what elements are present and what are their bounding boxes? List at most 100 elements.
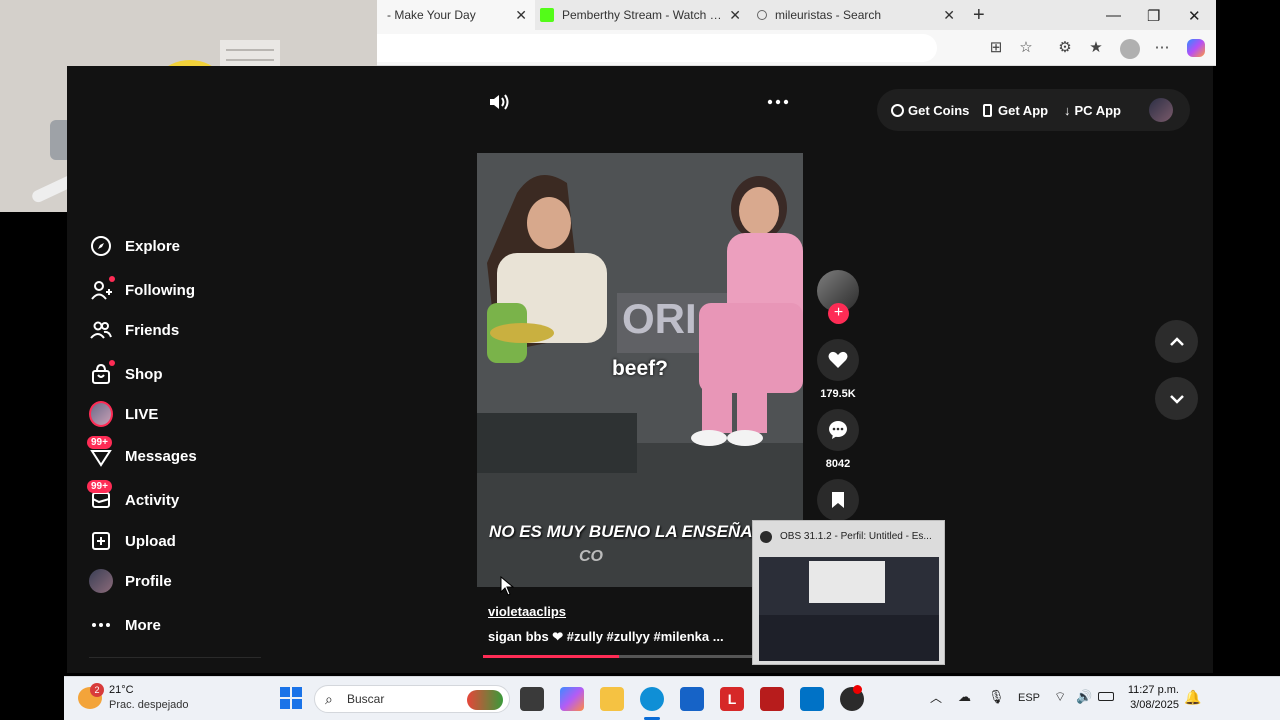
video-caption-partial: CO [579, 548, 603, 565]
sidebar-item-label: Explore [125, 237, 181, 255]
pc-app-button[interactable]: ↓ PC App [1064, 89, 1121, 131]
file-explorer-icon[interactable] [600, 687, 624, 711]
tab-pemberthy-stream[interactable]: Pemberthy Stream - Watch Live o ✕ [535, 0, 749, 30]
video-caption-center: beef? [611, 357, 668, 380]
sidebar-item-label: Following [125, 281, 195, 299]
obs-icon [760, 531, 772, 543]
wifi-icon[interactable]: ⌔ [1054, 689, 1066, 705]
sidebar-item-messages[interactable]: 99+ Messages [87, 436, 197, 468]
tray-chevron-up-icon[interactable]: ︿ [930, 689, 942, 706]
sidebar-item-friends[interactable]: Friends [89, 318, 179, 342]
notification-dot [109, 276, 115, 282]
clock-time[interactable]: 11:27 p.m. [1124, 684, 1179, 696]
windows-taskbar: 2 21°C Prac. despejado ⌕ Buscar L ︿ ☁ 🎙 … [64, 676, 1280, 720]
sidebar-item-more[interactable]: More [89, 613, 161, 637]
search-placeholder: Buscar [347, 692, 385, 706]
sidebar-item-label: Friends [125, 321, 180, 339]
volume-icon[interactable] [488, 92, 510, 117]
edge-icon[interactable] [640, 687, 664, 711]
comment-count: 8042 [825, 458, 851, 470]
copilot-app-icon[interactable] [560, 687, 584, 711]
close-tab-icon[interactable]: ✕ [729, 7, 741, 24]
pdf-icon[interactable] [760, 687, 784, 711]
outlook-icon[interactable] [800, 687, 824, 711]
compass-icon [89, 234, 113, 258]
restore-icon[interactable]: ❐ [1147, 7, 1160, 25]
kick-icon [540, 8, 554, 22]
start-icon[interactable] [280, 687, 302, 709]
video-caption-bottom: NO ES MUY BUENO LA ENSEÑA [489, 522, 753, 541]
taskbar-search[interactable]: ⌕ Buscar [314, 685, 510, 713]
avatar[interactable] [1120, 39, 1140, 59]
comment-button[interactable] [817, 409, 859, 451]
app-l-icon[interactable]: L [720, 687, 744, 711]
close-window-icon[interactable]: ✕ [1188, 7, 1201, 25]
sidebar-item-activity[interactable]: 99+ Activity [87, 480, 179, 512]
extensions-icon[interactable]: ⚙ [1056, 39, 1074, 57]
obs-docks [759, 615, 939, 661]
video-progress-track[interactable] [483, 655, 753, 658]
video-options-icon[interactable] [767, 94, 789, 115]
address-field[interactable] [377, 34, 937, 62]
activity-icon: 99+ [87, 480, 113, 512]
mouse-cursor-icon [500, 575, 515, 601]
svg-text:ORI: ORI [622, 295, 697, 342]
video-author-link[interactable]: violetaaclips [488, 604, 566, 619]
profile-icon [89, 569, 113, 593]
close-tab-icon[interactable]: ✕ [515, 7, 527, 24]
task-view-icon[interactable] [520, 687, 544, 711]
weather-temperature: 21°C [109, 684, 134, 696]
favorites-icon[interactable]: ★ [1087, 39, 1105, 57]
obs-window-preview[interactable]: OBS 31.1.2 - Perfil: Untitled - Es... [752, 520, 945, 665]
sidebar-item-following[interactable]: Following [89, 276, 195, 302]
like-button[interactable] [817, 339, 859, 381]
bookmark-button[interactable] [817, 479, 859, 521]
tab-search[interactable]: mileuristas - Search ✕ [749, 0, 963, 30]
phone-icon [983, 103, 992, 117]
tab-make-your-day[interactable]: - Make Your Day ✕ [377, 0, 535, 30]
sidebar-item-explore[interactable]: Explore [89, 234, 180, 258]
previous-video-button[interactable] [1155, 320, 1198, 363]
sidebar-item-shop[interactable]: Shop [89, 360, 163, 386]
chevron-down-icon [1169, 394, 1184, 404]
battery-icon[interactable] [1098, 692, 1114, 701]
language-indicator[interactable]: ESP [1018, 692, 1040, 704]
favorite-star-icon[interactable]: ☆ [1017, 39, 1035, 57]
clock-date[interactable]: 3/08/2025 [1124, 699, 1179, 711]
get-app-button[interactable]: Get App [983, 89, 1048, 131]
onedrive-icon[interactable]: ☁ [958, 689, 971, 705]
minimize-icon[interactable]: — [1106, 7, 1121, 24]
sidebar-item-label: LIVE [125, 405, 159, 423]
tab-title: Pemberthy Stream - Watch Live o [562, 8, 722, 22]
volume-tray-icon[interactable]: 🔊 [1076, 689, 1092, 705]
sidebar-item-label: Profile [125, 572, 172, 590]
sidebar-item-live[interactable]: LIVE [89, 401, 159, 427]
weather-badge: 2 [90, 683, 104, 697]
new-tab-button[interactable]: + [973, 4, 985, 27]
follow-plus-icon[interactable]: + [828, 303, 849, 324]
store-icon[interactable] [680, 687, 704, 711]
friends-icon [89, 318, 113, 342]
video-description: sigan bbs ❤ #zully #zullyy #milenka ... [488, 629, 724, 644]
app-available-icon[interactable]: ⊞ [987, 39, 1005, 57]
sidebar-item-label: Shop [125, 365, 163, 383]
sidebar-item-label: More [125, 616, 161, 634]
avatar[interactable] [1149, 98, 1173, 122]
more-icon [89, 613, 113, 637]
notification-bell-icon[interactable]: 🔔 [1184, 689, 1201, 706]
obs-thumbnail [759, 557, 939, 661]
next-video-button[interactable] [1155, 377, 1198, 420]
sidebar-item-upload[interactable]: Upload [89, 529, 176, 553]
sidebar: Explore Following Friends Shop LIVE 99+ … [67, 212, 377, 673]
get-coins-button[interactable]: Get Coins [891, 89, 969, 131]
close-tab-icon[interactable]: ✕ [943, 7, 955, 24]
get-app-label: Get App [998, 102, 1049, 118]
more-menu-icon[interactable]: ⋯ [1153, 39, 1171, 57]
browser-toolbar: ⊞ ☆ ⚙ ★ ⋯ [377, 30, 1216, 66]
search-icon [757, 10, 767, 20]
sidebar-divider [89, 657, 261, 658]
copilot-icon[interactable] [1187, 39, 1205, 57]
microphone-icon[interactable]: 🎙 [988, 689, 1005, 705]
sidebar-item-profile[interactable]: Profile [89, 569, 172, 593]
download-icon: ↓ [1064, 102, 1071, 118]
